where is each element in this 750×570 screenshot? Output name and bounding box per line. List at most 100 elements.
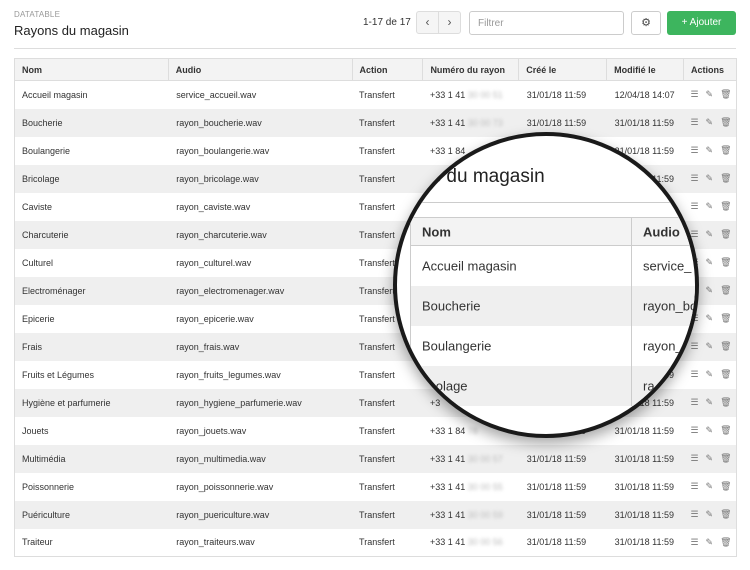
- magnified-audio: rayon_: [643, 338, 683, 354]
- delete-icon[interactable]: 🗑: [720, 229, 731, 240]
- delete-icon[interactable]: 🗑: [720, 313, 731, 324]
- column-header[interactable]: Numéro du rayon: [422, 58, 520, 81]
- magnified-header: Nom Audio: [410, 217, 695, 246]
- cell-modified: 12/04/18 14:07: [614, 89, 675, 100]
- cell-audio: rayon_poissonnerie.wav: [176, 481, 274, 492]
- edit-icon[interactable]: ✎: [706, 397, 714, 408]
- delete-icon[interactable]: 🗑: [720, 257, 731, 268]
- magnified-row: Accueil magasin service_: [410, 246, 695, 286]
- delete-icon[interactable]: 🗑: [720, 397, 731, 408]
- edit-icon[interactable]: ✎: [706, 453, 714, 464]
- column-header[interactable]: Nom: [14, 58, 169, 81]
- delete-icon[interactable]: 🗑: [720, 369, 731, 380]
- cell-created: 31/01/18 11:59: [526, 481, 587, 492]
- list-icon[interactable]: ☰: [690, 509, 698, 520]
- column-header[interactable]: Modifié le: [606, 58, 684, 81]
- cell-audio: rayon_epicerie.wav: [176, 313, 254, 324]
- edit-icon[interactable]: ✎: [706, 509, 714, 520]
- cell-action: Transfert: [352, 500, 423, 529]
- list-icon[interactable]: ☰: [690, 89, 698, 100]
- add-button[interactable]: + Ajouter: [667, 11, 736, 35]
- cell-nom: Jouets: [22, 425, 49, 436]
- settings-button[interactable]: ⚙: [631, 11, 661, 35]
- edit-icon[interactable]: ✎: [706, 425, 714, 436]
- cell-audio: rayon_hygiene_parfumerie.wav: [168, 388, 353, 417]
- column-header[interactable]: Action: [352, 58, 424, 81]
- phone-blurred: 30 00 55: [467, 481, 503, 492]
- phone-blurred: 30 00 51: [467, 89, 503, 100]
- delete-icon[interactable]: 🗑: [720, 509, 731, 520]
- cell-audio: service_accueil.wav: [176, 89, 257, 100]
- delete-icon[interactable]: 🗑: [720, 145, 731, 156]
- edit-icon[interactable]: ✎: [706, 537, 714, 548]
- cell-audio: rayon_electromenager.wav: [168, 276, 353, 305]
- cell-audio: rayon_jouets.wav: [176, 425, 247, 436]
- edit-icon[interactable]: ✎: [706, 173, 714, 184]
- edit-icon[interactable]: ✎: [706, 313, 714, 324]
- cell-audio: rayon_culturel.wav: [176, 257, 252, 268]
- delete-icon[interactable]: 🗑: [720, 453, 731, 464]
- magnified-nom: Boucherie: [422, 298, 481, 314]
- magnifier-lens: yons du magasin Nom Audio Accueil magasi…: [393, 132, 699, 438]
- magnified-row: ricolage ra: [410, 366, 695, 406]
- column-header[interactable]: Actions: [683, 58, 738, 81]
- pagination-nav: ‹ ›: [416, 11, 461, 34]
- cell-nom: Boucherie: [14, 108, 169, 137]
- cell-phone: +33 1 41 30 00 56: [423, 529, 519, 557]
- list-icon[interactable]: ☰: [690, 453, 698, 464]
- filter-input[interactable]: [469, 11, 624, 35]
- delete-icon[interactable]: 🗑: [720, 481, 731, 492]
- cell-audio: rayon_traiteurs.wav: [176, 537, 255, 548]
- cell-actions: ☰ ✎ 🗑: [683, 500, 737, 529]
- divider: [14, 48, 736, 49]
- edit-icon[interactable]: ✎: [706, 257, 714, 268]
- column-header[interactable]: Audio: [168, 58, 353, 81]
- edit-icon[interactable]: ✎: [706, 481, 714, 492]
- magnified-row: Boucherie rayon_bo: [410, 286, 695, 326]
- cell-nom: Accueil magasin: [22, 89, 88, 100]
- cell-nom: Charcuterie: [14, 220, 169, 249]
- table-row[interactable]: Traiteur rayon_traiteurs.wav Transfert +…: [15, 529, 737, 557]
- cell-action: Transfert: [359, 89, 395, 100]
- edit-icon[interactable]: ✎: [706, 89, 714, 100]
- cell-audio: rayon_caviste.wav: [176, 201, 251, 212]
- delete-icon[interactable]: 🗑: [720, 425, 731, 436]
- edit-icon[interactable]: ✎: [706, 285, 714, 296]
- cell-nom: Bricolage: [14, 164, 169, 193]
- delete-icon[interactable]: 🗑: [720, 285, 731, 296]
- cell-modified: 31/01/18 11:59: [614, 537, 674, 548]
- table-row[interactable]: Accueil magasin service_accueil.wav Tran…: [15, 81, 737, 109]
- phone-prefix: +33 1 41: [429, 89, 466, 100]
- table-row[interactable]: Poissonnerie rayon_poissonnerie.wav Tran…: [15, 473, 737, 501]
- list-icon[interactable]: ☰: [690, 537, 698, 548]
- phone-prefix: +33 1 41: [429, 453, 466, 464]
- prev-page-button[interactable]: ‹: [417, 12, 439, 33]
- cell-nom: Poissonnerie: [22, 481, 75, 492]
- delete-icon[interactable]: 🗑: [720, 89, 731, 100]
- table-row[interactable]: Multimédia rayon_multimedia.wav Transfer…: [14, 444, 737, 473]
- next-page-button[interactable]: ›: [439, 12, 460, 33]
- cell-action: Transfert: [359, 537, 395, 548]
- cell-created: 31/01/18 11:59: [526, 537, 587, 548]
- edit-icon[interactable]: ✎: [706, 201, 714, 212]
- table-row[interactable]: Puériculture rayon_puericulture.wav Tran…: [14, 500, 737, 529]
- cell-actions: ☰ ✎ 🗑: [683, 529, 736, 557]
- list-icon[interactable]: ☰: [690, 117, 698, 128]
- edit-icon[interactable]: ✎: [706, 369, 714, 380]
- magnified-row: Boulangerie rayon_: [410, 326, 695, 366]
- edit-icon[interactable]: ✎: [706, 145, 714, 156]
- phone-prefix: +33 1 41: [429, 509, 466, 520]
- delete-icon[interactable]: 🗑: [720, 173, 731, 184]
- column-header[interactable]: Créé le: [518, 58, 608, 81]
- cell-nom: Puériculture: [14, 500, 169, 529]
- delete-icon[interactable]: 🗑: [720, 117, 731, 128]
- delete-icon[interactable]: 🗑: [720, 537, 731, 548]
- edit-icon[interactable]: ✎: [706, 229, 714, 240]
- list-icon[interactable]: ☰: [690, 481, 698, 492]
- edit-icon[interactable]: ✎: [706, 341, 714, 352]
- delete-icon[interactable]: 🗑: [720, 341, 731, 352]
- table-row[interactable]: Boucherie rayon_boucherie.wav Transfert …: [14, 108, 737, 137]
- magnified-audio: ra: [643, 378, 655, 394]
- delete-icon[interactable]: 🗑: [720, 201, 731, 212]
- edit-icon[interactable]: ✎: [706, 117, 714, 128]
